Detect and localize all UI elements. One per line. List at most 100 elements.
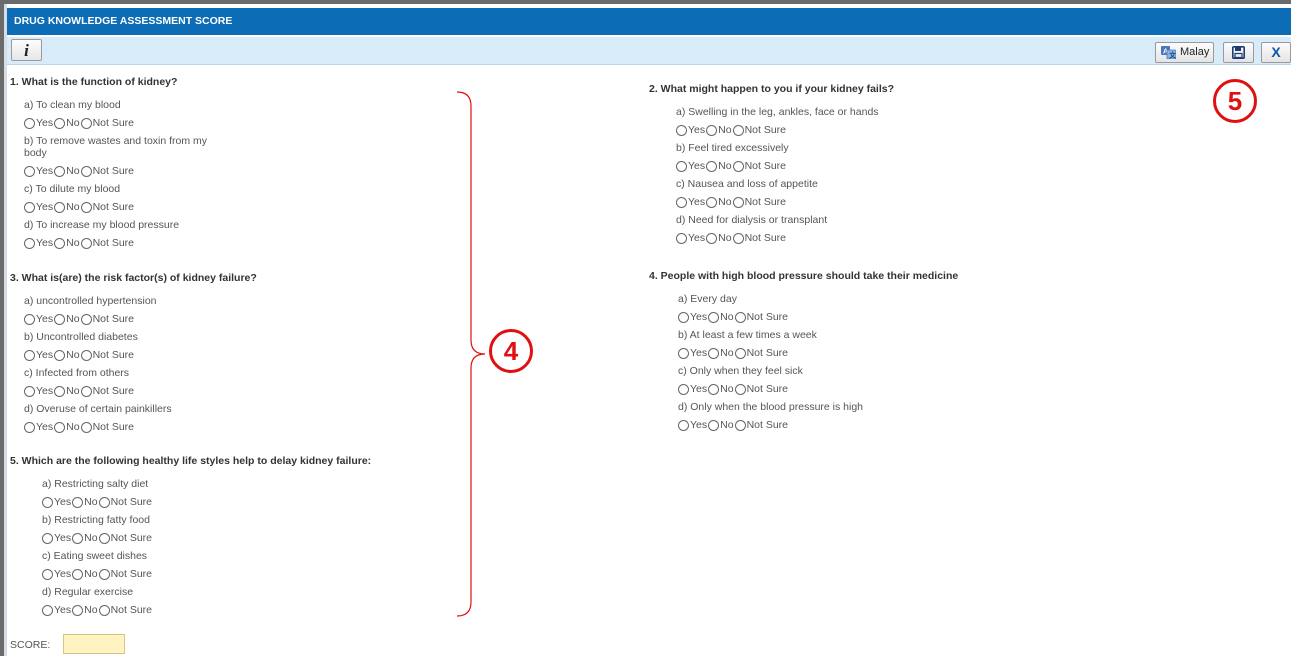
radio-yes-q4-3[interactable] <box>678 419 689 431</box>
radio-not-sure-q3-2[interactable] <box>80 385 92 397</box>
radio-not-sure-q4-0[interactable] <box>734 311 746 323</box>
radio-no-q5-0[interactable] <box>72 496 84 508</box>
radio-label-no: No <box>66 165 80 177</box>
radio-not-sure-q1-2[interactable] <box>80 201 92 213</box>
radio-yes-q4-2[interactable] <box>678 383 689 395</box>
radio-label-yes: Yes <box>36 201 54 213</box>
radio-group-q5-0: Yes No Not Sure <box>42 495 153 509</box>
radio-not-sure-q5-3[interactable] <box>98 604 110 616</box>
radio-yes-q1-0[interactable] <box>24 117 35 129</box>
radio-not-sure-q1-3[interactable] <box>80 237 92 249</box>
radio-yes-q4-1[interactable] <box>678 347 689 359</box>
radio-yes-q3-2[interactable] <box>24 385 35 397</box>
radio-no-q2-2[interactable] <box>706 196 718 208</box>
radio-no-q3-2[interactable] <box>54 385 66 397</box>
window-left-edge <box>4 4 7 656</box>
radio-not-sure-q5-0[interactable] <box>98 496 110 508</box>
radio-yes-q3-3[interactable] <box>24 421 35 433</box>
radio-label-yes: Yes <box>54 568 72 580</box>
radio-no-q1-2[interactable] <box>54 201 66 213</box>
radio-group-q4-0: Yes No Not Sure <box>678 310 789 324</box>
radio-not-sure-q3-0[interactable] <box>80 313 92 325</box>
radio-group-q4-1: Yes No Not Sure <box>678 346 789 360</box>
radio-label-yes: Yes <box>688 160 706 172</box>
radio-no-q1-3[interactable] <box>54 237 66 249</box>
option-label-q5-0: a) Restricting salty diet <box>42 478 149 490</box>
radio-label-not-sure: Not Sure <box>92 421 135 433</box>
radio-yes-q5-2[interactable] <box>42 568 53 580</box>
radio-label-no: No <box>84 532 98 544</box>
radio-not-sure-q3-1[interactable] <box>80 349 92 361</box>
option-label-q1-1: b) To remove wastes and toxin from my bo… <box>24 135 208 159</box>
radio-no-q3-1[interactable] <box>54 349 66 361</box>
radio-yes-q3-1[interactable] <box>24 349 35 361</box>
radio-label-not-sure: Not Sure <box>744 124 787 136</box>
radio-not-sure-q5-2[interactable] <box>98 568 110 580</box>
score-input[interactable] <box>63 634 125 654</box>
option-label-q4-0: a) Every day <box>678 293 737 305</box>
radio-group-q3-0: Yes No Not Sure <box>24 312 135 326</box>
radio-label-no: No <box>720 347 734 359</box>
radio-yes-q2-2[interactable] <box>676 196 687 208</box>
radio-not-sure-q2-1[interactable] <box>732 160 744 172</box>
radio-label-no: No <box>66 349 80 361</box>
radio-no-q4-0[interactable] <box>708 311 720 323</box>
radio-no-q2-1[interactable] <box>706 160 718 172</box>
radio-label-not-sure: Not Sure <box>92 313 135 325</box>
radio-not-sure-q2-2[interactable] <box>732 196 744 208</box>
radio-label-no: No <box>720 419 734 431</box>
close-button[interactable]: X <box>1261 42 1291 63</box>
score-label: SCORE: <box>10 639 51 651</box>
radio-no-q1-0[interactable] <box>54 117 66 129</box>
radio-no-q1-1[interactable] <box>54 165 66 177</box>
radio-not-sure-q4-2[interactable] <box>734 383 746 395</box>
radio-label-not-sure: Not Sure <box>746 311 789 323</box>
radio-yes-q5-1[interactable] <box>42 532 53 544</box>
radio-no-q5-3[interactable] <box>72 604 84 616</box>
radio-yes-q2-0[interactable] <box>676 124 687 136</box>
radio-yes-q5-0[interactable] <box>42 496 53 508</box>
radio-group-q1-1: Yes No Not Sure <box>24 164 135 178</box>
radio-yes-q2-3[interactable] <box>676 232 687 244</box>
radio-yes-q5-3[interactable] <box>42 604 53 616</box>
radio-no-q3-0[interactable] <box>54 313 66 325</box>
language-malay-button[interactable]: A 文 Malay <box>1155 42 1214 63</box>
radio-label-yes: Yes <box>690 311 708 323</box>
language-label: Malay <box>1180 46 1210 58</box>
info-button[interactable]: i <box>11 39 42 61</box>
radio-group-q3-2: Yes No Not Sure <box>24 384 135 398</box>
radio-not-sure-q2-3[interactable] <box>732 232 744 244</box>
radio-group-q5-1: Yes No Not Sure <box>42 531 153 545</box>
radio-label-no: No <box>66 201 80 213</box>
radio-not-sure-q3-3[interactable] <box>80 421 92 433</box>
radio-label-yes: Yes <box>36 421 54 433</box>
radio-no-q3-3[interactable] <box>54 421 66 433</box>
option-label-q2-0: a) Swelling in the leg, ankles, face or … <box>676 106 879 118</box>
question-title-q5: 5. Which are the following healthy life … <box>10 455 372 467</box>
radio-no-q5-2[interactable] <box>72 568 84 580</box>
radio-no-q4-2[interactable] <box>708 383 720 395</box>
radio-yes-q1-2[interactable] <box>24 201 35 213</box>
radio-not-sure-q5-1[interactable] <box>98 532 110 544</box>
radio-not-sure-q4-3[interactable] <box>734 419 746 431</box>
radio-yes-q1-3[interactable] <box>24 237 35 249</box>
radio-yes-q1-1[interactable] <box>24 165 35 177</box>
save-button[interactable] <box>1223 42 1254 63</box>
radio-no-q2-3[interactable] <box>706 232 718 244</box>
radio-yes-q3-0[interactable] <box>24 313 35 325</box>
radio-group-q3-1: Yes No Not Sure <box>24 348 135 362</box>
radio-not-sure-q2-0[interactable] <box>732 124 744 136</box>
radio-yes-q2-1[interactable] <box>676 160 687 172</box>
radio-not-sure-q1-1[interactable] <box>80 165 92 177</box>
radio-no-q4-3[interactable] <box>708 419 720 431</box>
radio-no-q4-1[interactable] <box>708 347 720 359</box>
window-frame <box>0 0 1291 656</box>
radio-not-sure-q1-0[interactable] <box>80 117 92 129</box>
annotation-badge-4-label: 4 <box>503 336 519 366</box>
radio-yes-q4-0[interactable] <box>678 311 689 323</box>
radio-no-q5-1[interactable] <box>72 532 84 544</box>
question-title-q4: 4. People with high blood pressure shoul… <box>649 270 959 282</box>
radio-not-sure-q4-1[interactable] <box>734 347 746 359</box>
radio-no-q2-0[interactable] <box>706 124 718 136</box>
radio-group-q5-3: Yes No Not Sure <box>42 603 153 617</box>
